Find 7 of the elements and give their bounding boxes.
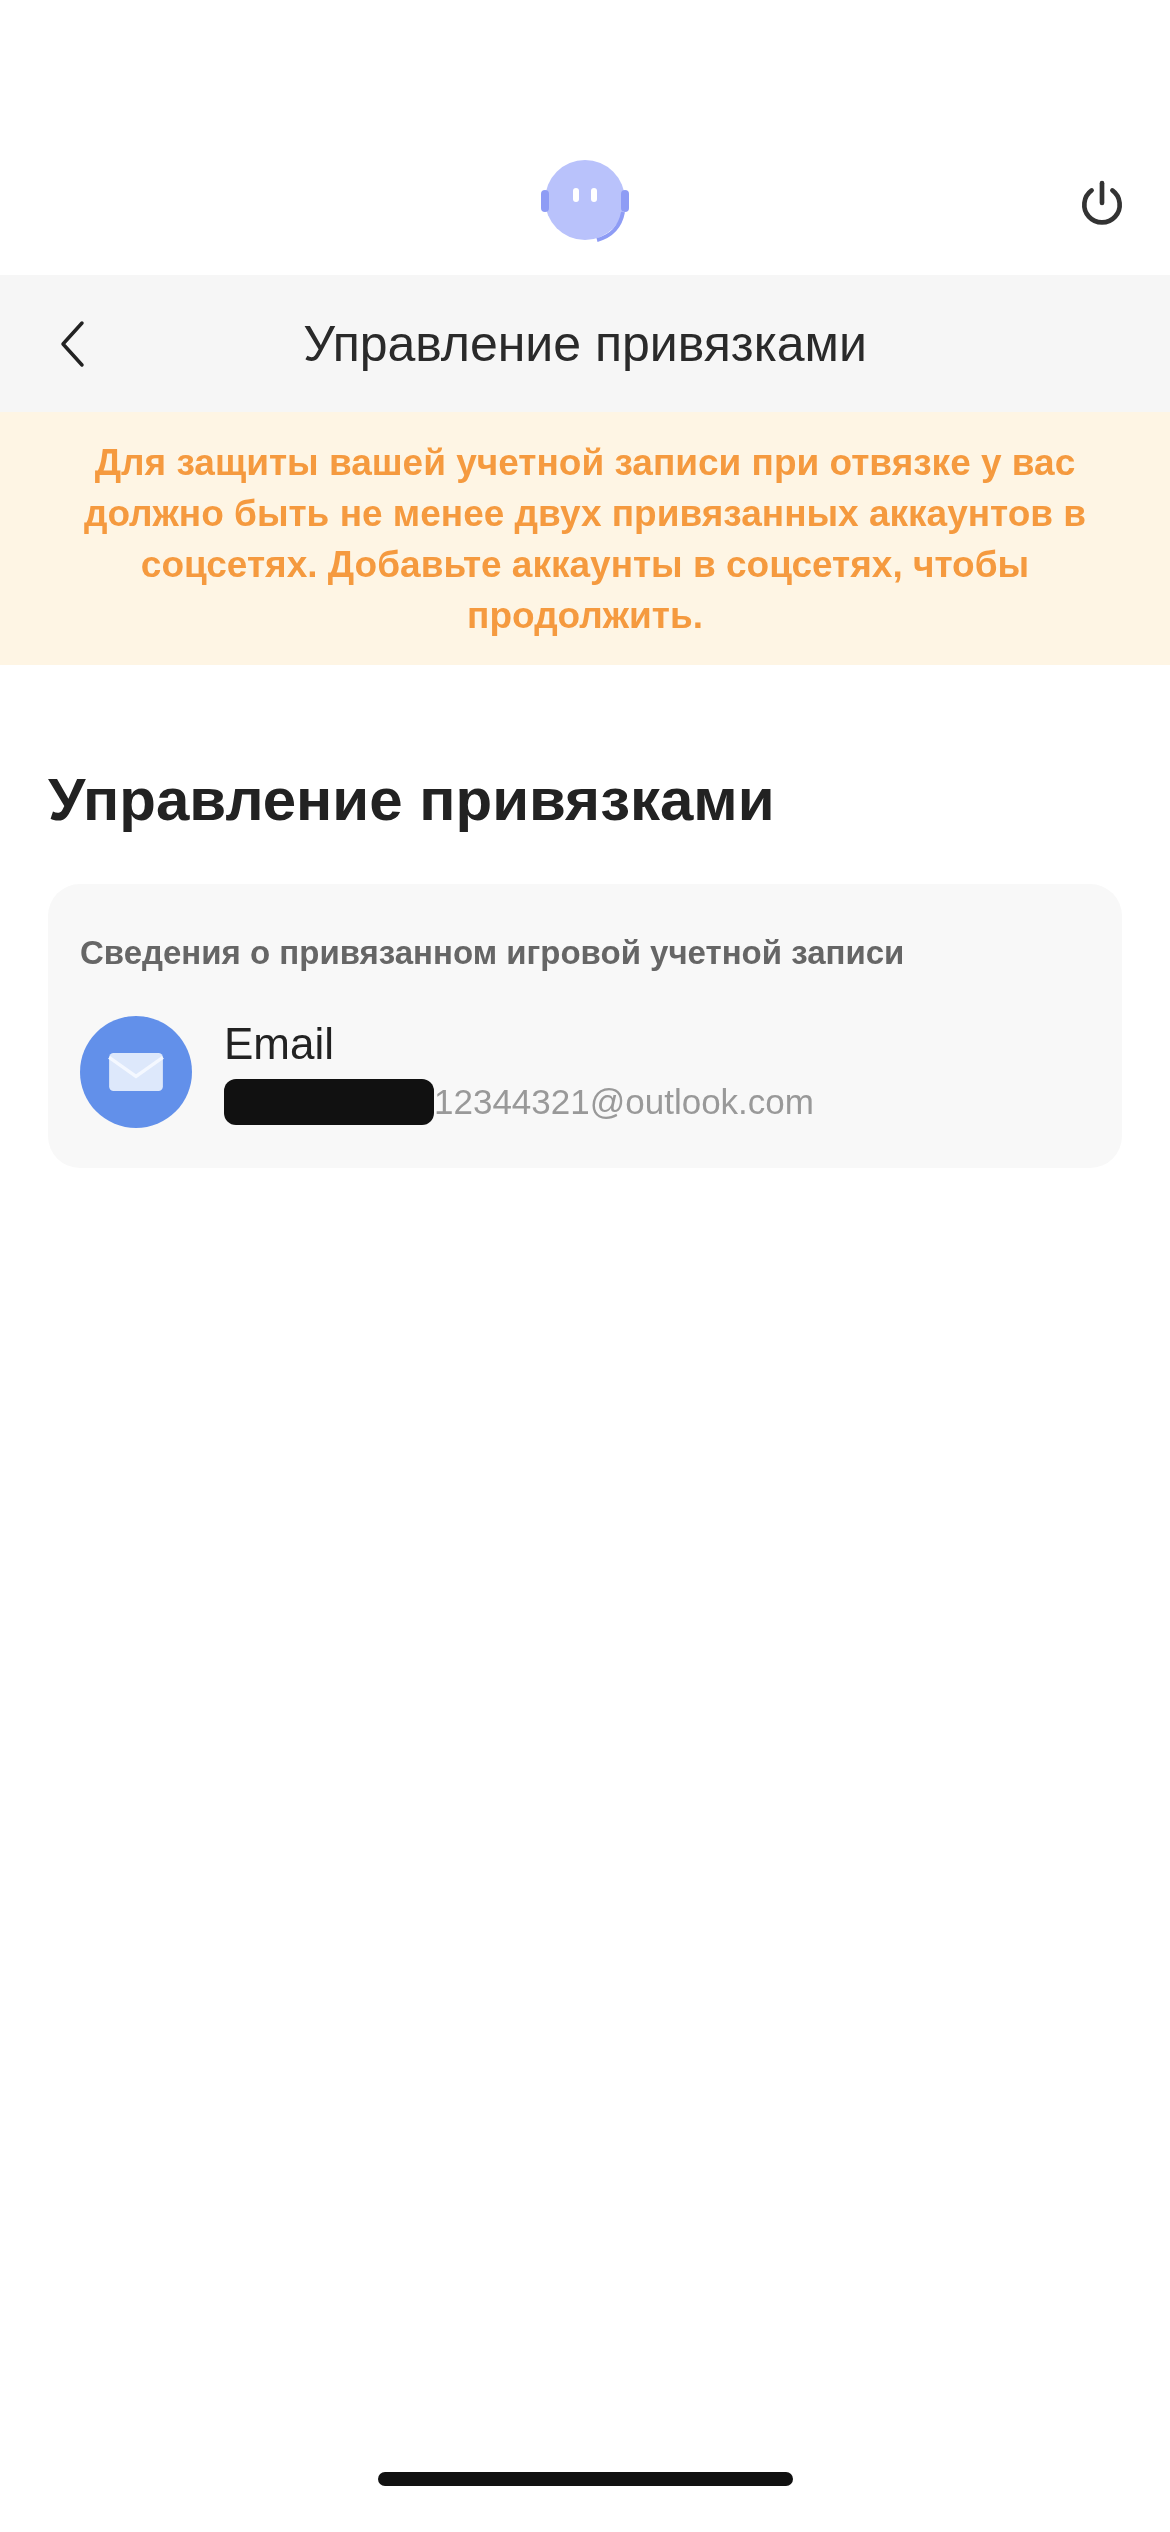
envelope-icon [80,1016,192,1128]
nav-title: Управление привязками [303,314,867,373]
account-name: Email [224,1019,336,1069]
card-title: Сведения о привязанном игровой учетной записи [80,934,906,972]
account-address: 12344321@outlook.com [434,1082,814,1122]
page-heading: Управление привязками [48,765,776,834]
warning-text: Для защиты вашей учетной записи при отвязке у вас должно быть не менее двух привязанных аккаунтов в соцсетях. Добавьте аккаунты в соцсетях, чтобы продолжить. [82,440,1088,638]
